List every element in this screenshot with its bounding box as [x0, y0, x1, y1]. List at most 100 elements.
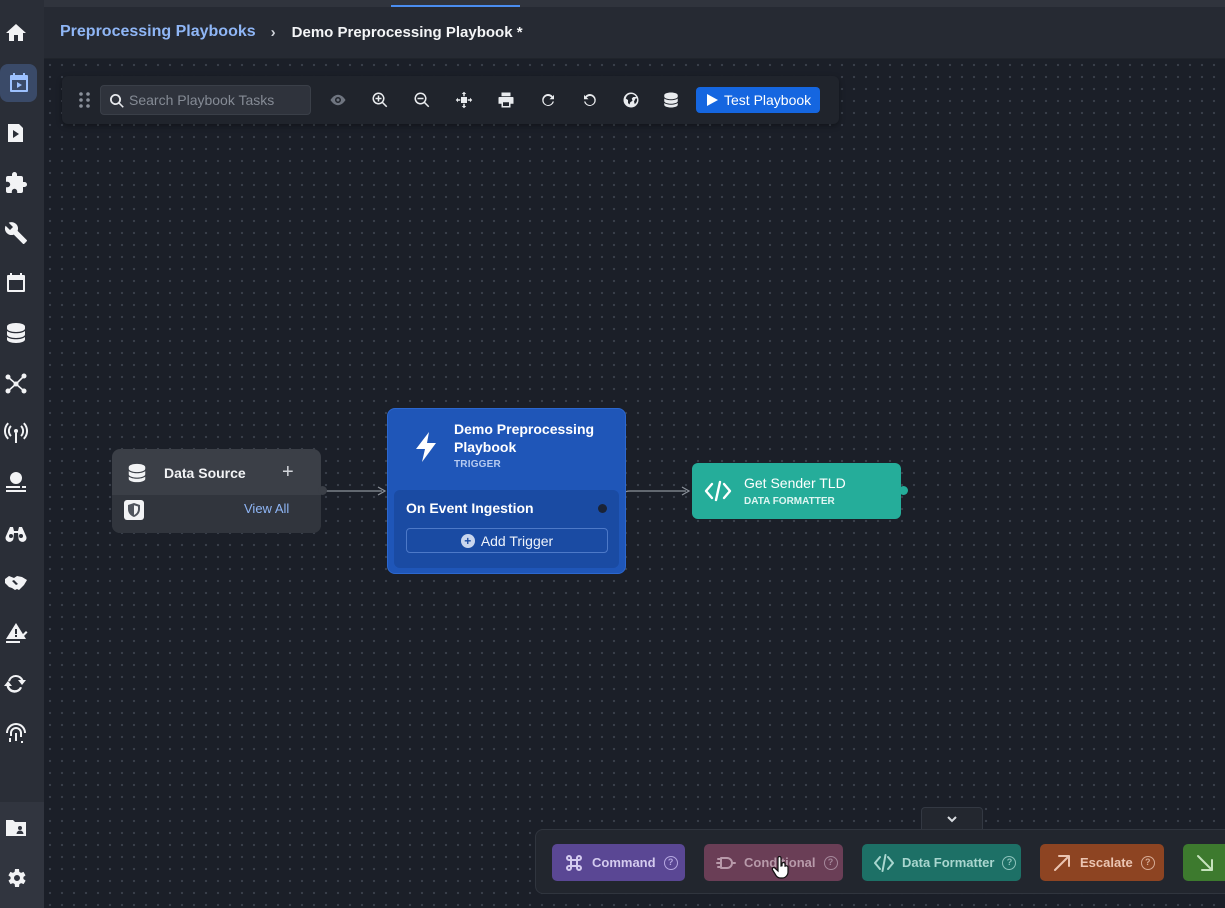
- search-input[interactable]: [129, 86, 307, 114]
- zoom-out-button[interactable]: [413, 91, 431, 109]
- sidebar-item-partners[interactable]: [4, 571, 28, 595]
- database-icon: [126, 462, 148, 484]
- trigger-output-port[interactable]: [598, 504, 607, 513]
- globe-icon: [623, 92, 639, 108]
- canvas-toolbar: Test Playbook: [62, 76, 839, 124]
- lightning-icon: [414, 432, 440, 462]
- shield-icon: [124, 500, 144, 520]
- sidebar-item-automation[interactable]: [4, 121, 28, 145]
- sync-icon: [4, 674, 26, 693]
- antenna-icon: [4, 422, 28, 443]
- breadcrumb-link-preprocessing-playbooks[interactable]: Preprocessing Playbooks: [60, 23, 256, 41]
- sidebar: [0, 0, 44, 908]
- fit-screen-icon: [455, 91, 473, 109]
- formatter-subtitle: DATA FORMATTER: [744, 496, 835, 507]
- sidebar-item-tools[interactable]: [4, 221, 28, 245]
- data-source-footer: View All: [112, 495, 321, 533]
- help-icon[interactable]: ?: [1140, 855, 1155, 870]
- formatter-output-port[interactable]: [899, 486, 908, 495]
- trigger-title: Demo Preprocessing Playbook: [454, 421, 595, 455]
- sidebar-item-connections[interactable]: [4, 371, 28, 395]
- code-icon: [704, 480, 732, 502]
- data-formatter-node[interactable]: Get Sender TLD DATA FORMATTER: [692, 463, 901, 519]
- trigger-node[interactable]: Demo Preprocessing Playbook TRIGGER On E…: [387, 408, 626, 574]
- database-icon: [664, 92, 678, 108]
- sidebar-item-hunting[interactable]: [4, 521, 28, 545]
- play-icon: [707, 94, 718, 106]
- view-all-link[interactable]: View All: [244, 501, 289, 516]
- globe-button[interactable]: [622, 91, 640, 109]
- playbook-editor: Preprocessing Playbooks › Demo Preproces…: [0, 0, 1225, 908]
- palette-item-label: Command: [592, 855, 656, 870]
- palette-item-command[interactable]: Command ?: [552, 844, 685, 881]
- formatter-title: Get Sender TLD: [744, 475, 846, 491]
- sidebar-item-data[interactable]: [4, 321, 28, 345]
- sidebar-item-sync[interactable]: [4, 671, 28, 695]
- eye-icon: [330, 94, 346, 106]
- calendar-play-icon: [9, 73, 28, 92]
- redo-button[interactable]: [539, 91, 557, 109]
- sidebar-item-settings[interactable]: [4, 866, 28, 890]
- collapse-palette-button[interactable]: [921, 807, 983, 829]
- data-source-output-port[interactable]: [318, 486, 327, 495]
- puzzle-icon: [6, 172, 27, 193]
- sidebar-item-connectors[interactable]: [4, 421, 28, 445]
- test-playbook-button[interactable]: Test Playbook: [696, 87, 820, 113]
- add-data-source-button[interactable]: +: [282, 462, 296, 482]
- top-tab-strip: [44, 0, 1225, 7]
- print-button[interactable]: [497, 91, 515, 109]
- palette-item-data-formatter[interactable]: Data Formatter ?: [862, 844, 1021, 881]
- page-title: Demo Preprocessing Playbook *: [291, 23, 523, 41]
- folder-user-icon: [6, 820, 26, 836]
- zoom-out-icon: [414, 92, 430, 108]
- network-icon: [5, 373, 27, 394]
- conditional-icon: [716, 856, 736, 869]
- trigger-event-panel: On Event Ingestion + Add Trigger: [394, 490, 619, 568]
- fingerprint-icon: [6, 723, 26, 743]
- drag-handle-icon[interactable]: [78, 91, 92, 109]
- data-button[interactable]: [662, 91, 680, 109]
- add-trigger-button[interactable]: + Add Trigger: [406, 528, 608, 553]
- hand-cursor-icon: [771, 855, 791, 880]
- search-icon: [109, 93, 125, 109]
- palette-item-escalate[interactable]: Escalate ?: [1040, 844, 1164, 881]
- database-icon: [7, 323, 25, 343]
- command-icon: [566, 854, 582, 871]
- sidebar-item-threat-intel[interactable]: [4, 471, 28, 495]
- add-trigger-label: Add Trigger: [480, 532, 554, 549]
- calendar-icon: [7, 273, 25, 292]
- gear-icon: [8, 869, 26, 887]
- wrench-screwdriver-icon: [4, 222, 27, 244]
- sidebar-item-playbooks[interactable]: [0, 64, 37, 102]
- zoom-in-button[interactable]: [371, 91, 389, 109]
- palette-item-label: Data Formatter: [902, 855, 995, 870]
- redo-icon: [542, 94, 554, 106]
- palette-item-next[interactable]: [1183, 844, 1225, 881]
- sidebar-item-cases[interactable]: [4, 816, 28, 840]
- trigger-event-label: On Event Ingestion: [406, 500, 534, 516]
- data-source-title: Data Source: [164, 465, 246, 481]
- help-icon[interactable]: ?: [1002, 855, 1017, 870]
- zoom-in-icon: [372, 92, 388, 108]
- arrow-down-right-icon: [1197, 854, 1213, 871]
- help-icon[interactable]: ?: [663, 855, 678, 870]
- breadcrumb-separator: ›: [270, 23, 276, 41]
- undo-icon: [584, 94, 596, 106]
- toggle-view-button[interactable]: [329, 91, 347, 109]
- task-palette: Command ? Conditional ? Data Formatter ?…: [535, 829, 1225, 894]
- data-source-node[interactable]: Data Source + View All: [112, 449, 321, 533]
- chevron-down-icon: [947, 815, 957, 822]
- arrow-up-right-icon: [1054, 854, 1070, 871]
- sidebar-item-integrations[interactable]: [4, 171, 28, 195]
- help-icon[interactable]: ?: [823, 855, 838, 870]
- breadcrumb: Preprocessing Playbooks › Demo Preproces…: [60, 23, 523, 41]
- trigger-subtitle: TRIGGER: [454, 459, 501, 470]
- sidebar-item-home[interactable]: [4, 21, 28, 45]
- test-playbook-label: Test Playbook: [724, 92, 812, 108]
- sidebar-item-rules[interactable]: [4, 621, 28, 645]
- fit-screen-button[interactable]: [455, 91, 473, 109]
- sidebar-item-schedules[interactable]: [4, 271, 28, 295]
- undo-button[interactable]: [581, 91, 599, 109]
- code-icon: [874, 853, 894, 872]
- sidebar-item-identity[interactable]: [4, 721, 28, 745]
